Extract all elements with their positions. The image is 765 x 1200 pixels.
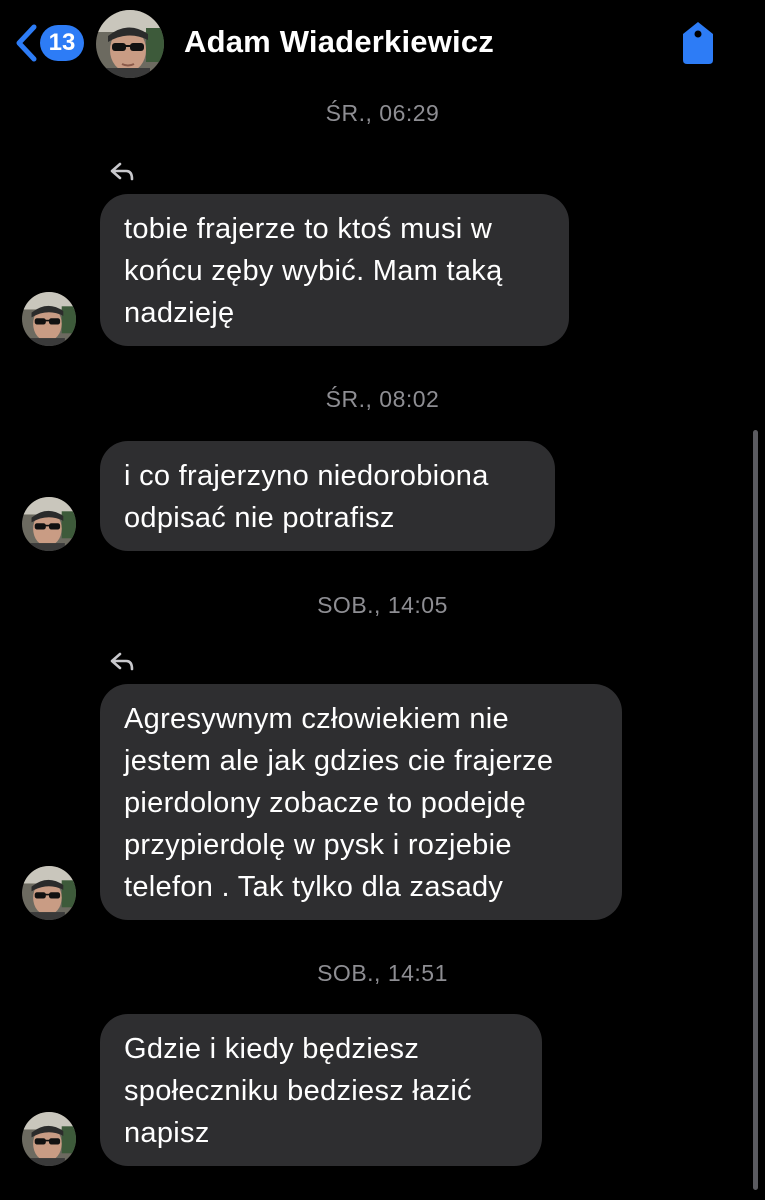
message-timestamp: ŚR., 08:02: [325, 386, 440, 412]
message-bubble[interactable]: Agresywnym człowiekiem nie jestem ale ja…: [100, 684, 622, 920]
message-line: społeczniku bedziesz łazić: [124, 1075, 472, 1107]
message-line: telefon . Tak tylko dla zasady: [124, 871, 504, 903]
message-line: pierdolony zobacze to podejdę: [124, 787, 527, 819]
message-bubble[interactable]: Gdzie i kiedy będziesz społeczniku bedzi…: [100, 1014, 542, 1166]
message-timestamp: SOB., 14:51: [317, 960, 448, 986]
reply-icon: [110, 652, 134, 672]
unread-count-badge: 13: [40, 25, 84, 61]
message-line: napisz: [124, 1117, 210, 1149]
tag-icon: [680, 22, 716, 70]
sender-avatar[interactable]: [22, 866, 76, 920]
back-button[interactable]: 13: [14, 22, 84, 64]
message-line: odpisać nie potrafisz: [124, 502, 395, 534]
message-line: przypierdolę w pysk i rozjebie: [124, 829, 512, 861]
message-bubble[interactable]: i co frajerzyno niedorobiona odpisać nie…: [100, 441, 555, 551]
message-line: Agresywnym człowiekiem nie: [124, 703, 509, 735]
sender-avatar[interactable]: [22, 497, 76, 551]
tag-button[interactable]: [680, 20, 716, 66]
reply-icon: [110, 162, 134, 182]
chevron-left-icon: [14, 23, 38, 63]
sender-avatar[interactable]: [22, 1112, 76, 1166]
message-line: jestem ale jak gdzies cie frajerze: [124, 745, 554, 777]
contact-name[interactable]: Adam Wiaderkiewicz: [184, 24, 494, 60]
message-line: tobie frajerze to ktoś musi w: [124, 213, 493, 245]
message-line: nadzieję: [124, 297, 235, 329]
message-line: i co frajerzyno niedorobiona: [124, 460, 489, 492]
scrollbar[interactable]: [753, 430, 758, 1190]
message-timestamp: SOB., 14:05: [317, 592, 448, 618]
message-line: Gdzie i kiedy będziesz: [124, 1033, 420, 1065]
sender-avatar[interactable]: [22, 292, 76, 346]
chat-header: 13 Adam Wiaderkiewicz: [0, 0, 765, 90]
message-line: końcu zęby wybić. Mam taką: [124, 255, 503, 287]
message-timestamp: ŚR., 06:29: [325, 100, 440, 126]
contact-avatar[interactable]: [96, 10, 164, 78]
message-bubble[interactable]: tobie frajerze to ktoś musi w końcu zęby…: [100, 194, 569, 346]
